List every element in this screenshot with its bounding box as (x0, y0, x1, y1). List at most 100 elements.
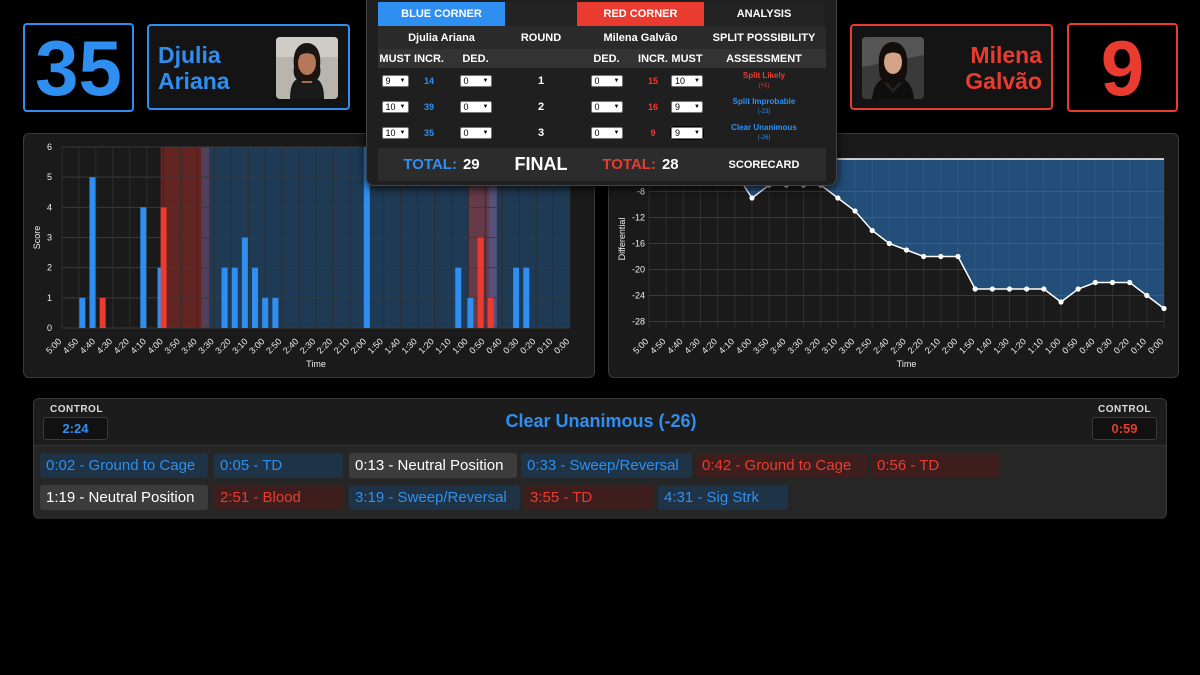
x-tick-label: 4:40 (78, 336, 97, 355)
bar (513, 267, 520, 328)
blue-incr-value: 39 (423, 102, 434, 112)
x-tick-label: 1:20 (416, 336, 435, 355)
data-point (1041, 286, 1047, 292)
x-tick-label: 2:10 (332, 336, 351, 355)
assessment-cell: Split Improbable (-23) (704, 97, 824, 117)
control-and-events-panel: CONTROL 2:24 Clear Unanimous (-26) CONTR… (33, 398, 1167, 519)
red-incr-value: 9 (650, 128, 656, 138)
red-ded-select[interactable]: 0 ▼ (590, 101, 623, 113)
x-tick-label: 2:40 (281, 336, 300, 355)
blue-name-cell: Djulia Ariana (408, 31, 475, 44)
scorecard-panel: BLUE CORNER RED CORNER ANALYSIS Djulia A… (366, 0, 837, 186)
blue-score: 35 (23, 23, 134, 112)
scorecard-names-row: Djulia Ariana ROUND Milena Galvão SPLIT … (378, 26, 826, 49)
y-tick-label: 0 (47, 323, 52, 333)
x-tick-label: 4:20 (700, 336, 719, 355)
red-control-label: CONTROL (1098, 404, 1151, 415)
y-tick-label: -12 (632, 213, 645, 223)
red-must-select[interactable]: 9 ▼ (671, 101, 703, 113)
event-chip[interactable]: 3:55 - TD (524, 485, 653, 510)
x-tick-label: 0:40 (1077, 336, 1096, 355)
bar (221, 267, 228, 328)
assessment-diff: (-26) (757, 135, 771, 141)
x-axis-label: Time (306, 359, 326, 369)
x-tick-label: 3:30 (196, 336, 215, 355)
x-tick-label: 0:20 (518, 336, 537, 355)
blue-must-col: MUST (379, 52, 411, 65)
blue-ded-select[interactable]: 0 ▼ (459, 75, 492, 87)
bar (89, 177, 96, 328)
data-point (921, 253, 927, 260)
red-corner-header: RED CORNER (577, 2, 704, 26)
blue-must-select[interactable]: 10 ▼ (381, 127, 409, 139)
event-chip[interactable]: 4:31 - Sig Strk (658, 485, 788, 510)
x-tick-label: 2:20 (315, 336, 334, 355)
event-chip[interactable]: 0:02 - Ground to Cage (40, 453, 208, 478)
event-chip[interactable]: 3:19 - Sweep/Reversal (349, 485, 520, 510)
event-chip[interactable]: 0:13 - Neutral Position (349, 453, 517, 478)
data-point (938, 253, 944, 260)
event-chip[interactable]: 2:51 - Blood (214, 485, 343, 510)
red-must-select[interactable]: 9 ▼ (670, 126, 704, 140)
x-tick-label: 5:00 (631, 336, 650, 355)
blue-must-cell: 9 ▼ (378, 75, 412, 87)
y-tick-label: -20 (632, 265, 645, 275)
x-tick-label: 4:50 (648, 336, 667, 355)
y-tick-label: 3 (47, 233, 52, 243)
data-point (1161, 305, 1167, 312)
chevron-down-icon: ▼ (613, 78, 620, 84)
event-chip[interactable]: 0:56 - TD (871, 453, 1000, 478)
x-tick-label: 4:10 (717, 336, 736, 355)
y-tick-label: 2 (47, 263, 52, 273)
red-ded-select[interactable]: 0 ▼ (590, 75, 623, 87)
blue-fighter-photo (276, 37, 338, 99)
red-total: TOTAL: 28 (577, 148, 704, 181)
analysis-header: ANALYSIS (704, 2, 824, 26)
x-tick-label: 0:30 (501, 336, 520, 355)
x-tick-label: 1:40 (383, 336, 402, 355)
round-header: ROUND (520, 31, 562, 44)
data-point (1024, 286, 1030, 292)
red-ded-cell: 0 ▼ (577, 101, 636, 113)
bar (487, 297, 494, 328)
red-ded-select[interactable]: 0 ▼ (590, 127, 623, 139)
assessment-cell: Clear Unanimous (-26) (704, 123, 824, 143)
blue-last-name: Ariana (158, 68, 230, 94)
x-tick-label: 1:30 (991, 336, 1010, 355)
assessment-label: Clear Unanimous (731, 123, 797, 132)
red-must-select[interactable]: 10 ▼ (671, 75, 703, 87)
x-tick-label: 0:30 (1094, 336, 1113, 355)
chevron-down-icon: ▼ (694, 130, 700, 136)
bar (99, 297, 106, 328)
x-tick-label: 3:40 (179, 336, 198, 355)
event-chip[interactable]: 0:42 - Ground to Cage (696, 453, 867, 478)
final-label: FINAL (514, 154, 568, 174)
bar (272, 297, 279, 328)
event-log: 0:02 - Ground to Cage 0:05 - TD 0:13 - N… (34, 445, 1166, 519)
red-incr-col: INCR. (638, 52, 668, 65)
data-point (1075, 286, 1081, 292)
chevron-down-icon: ▼ (482, 130, 489, 136)
red-must-cell: 9 ▼ (670, 101, 704, 113)
bar (79, 297, 86, 328)
blue-ded-select[interactable]: 0 ▼ (459, 101, 492, 113)
x-tick-label: 2:00 (940, 336, 959, 355)
red-fighter-name: Milena Galvão (965, 42, 1042, 94)
data-point (852, 208, 858, 214)
blue-must-select[interactable]: 10 ▼ (381, 101, 409, 113)
chevron-down-icon: ▼ (399, 104, 406, 110)
x-tick-label: 1:10 (433, 336, 452, 355)
event-chip[interactable]: 1:19 - Neutral Position (40, 485, 208, 510)
bar (241, 237, 248, 328)
x-tick-label: 0:50 (1060, 336, 1079, 355)
event-chip[interactable]: 0:33 - Sweep/Reversal (521, 453, 692, 478)
x-tick-label: 2:00 (349, 336, 368, 355)
blue-must-select[interactable]: 9 ▼ (381, 75, 409, 87)
x-tick-label: 1:20 (1009, 336, 1028, 355)
data-point (972, 286, 978, 292)
blue-ded-select[interactable]: 0 ▼ (459, 127, 492, 139)
event-chip[interactable]: 0:05 - TD (214, 453, 343, 478)
data-point (835, 195, 841, 201)
y-tick-label: -24 (632, 291, 645, 301)
data-point (955, 253, 961, 260)
